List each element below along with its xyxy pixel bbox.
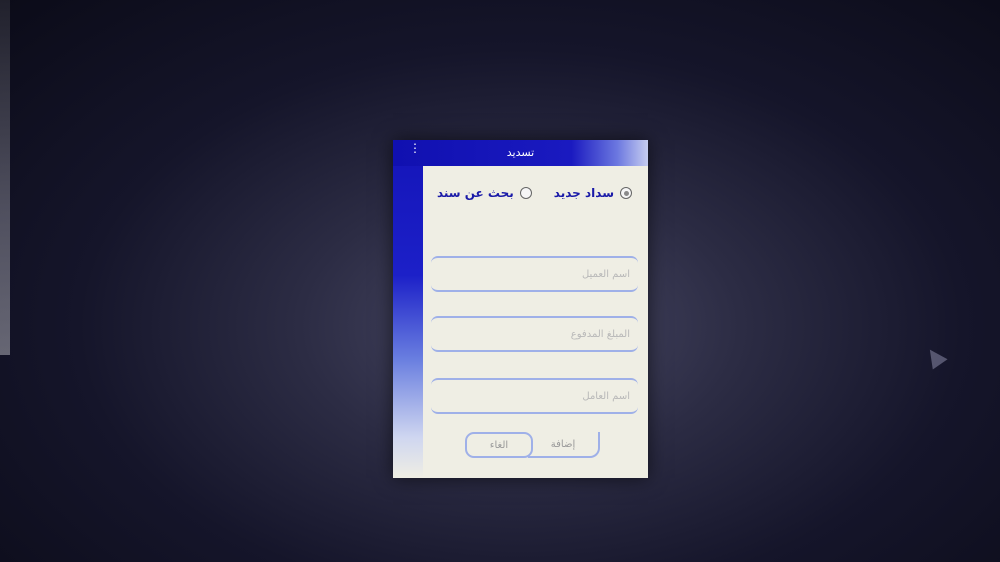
dialog-title: تسديد: [506, 146, 535, 159]
customer-name-field: [431, 256, 638, 292]
dialog-side-gradient: [393, 140, 423, 478]
dialog-titlebar: ⋮ تسديد: [393, 140, 648, 166]
worker-name-field: [431, 378, 638, 414]
mouse-cursor-icon: [922, 344, 948, 370]
cancel-button[interactable]: الغاء: [465, 432, 533, 458]
radio-new-payment[interactable]: سداد جديد: [554, 186, 632, 200]
background-window-edge: [0, 0, 10, 355]
amount-paid-field: [431, 316, 638, 352]
add-button[interactable]: إضافة: [528, 432, 600, 458]
radio-unchecked-icon[interactable]: [519, 187, 532, 199]
worker-name-input[interactable]: [431, 380, 638, 412]
amount-paid-input[interactable]: [431, 318, 638, 350]
radio-search-receipt[interactable]: بحث عن سند: [437, 186, 532, 200]
radio-search-receipt-label: بحث عن سند: [436, 186, 514, 200]
mode-radio-group: سداد جديد بحث عن سند: [437, 186, 632, 200]
radio-checked-icon[interactable]: [620, 187, 632, 199]
payment-dialog: ⋮ تسديد سداد جديد بحث عن سند إضافة الغاء: [393, 140, 648, 478]
radio-new-payment-label: سداد جديد: [553, 186, 614, 200]
customer-name-input[interactable]: [431, 258, 638, 290]
